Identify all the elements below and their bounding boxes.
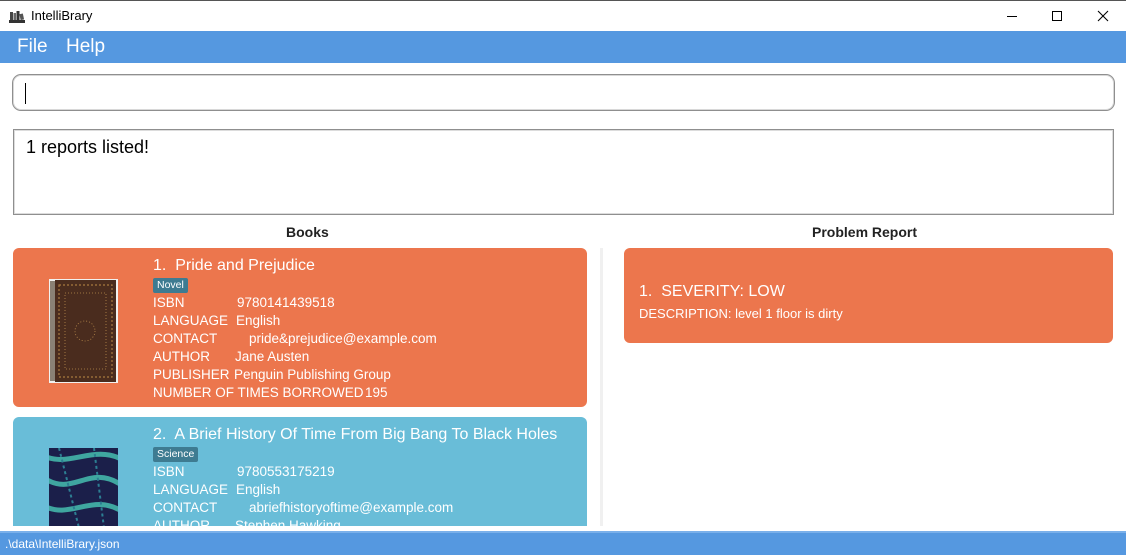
book-title: 2. A Brief History Of Time From Big Bang… xyxy=(153,426,558,443)
result-display[interactable]: 1 reports listed! xyxy=(13,129,1114,215)
menu-file[interactable]: File xyxy=(17,36,48,58)
books-icon xyxy=(9,9,25,23)
menu-bar: File Help xyxy=(0,31,1126,63)
book-author: AUTHOR Jane Austen xyxy=(153,349,310,364)
book-list[interactable]: 1. Pride and Prejudice Novel ISBN 9780141… xyxy=(12,248,603,526)
command-input[interactable] xyxy=(12,74,1115,111)
close-button[interactable] xyxy=(1080,1,1126,31)
book-contact: CONTACT abriefhistoryoftime@example.com xyxy=(153,500,454,515)
window-title: IntelliBrary xyxy=(31,8,93,23)
book-publisher: PUBLISHER Penguin Publishing Group xyxy=(153,367,391,382)
book-language: LANGUAGE English xyxy=(153,482,281,497)
book-isbn: ISBN 9780553175219 xyxy=(153,464,335,479)
report-description: DESCRIPTION: level 1 floor is dirty xyxy=(639,306,843,321)
close-icon xyxy=(1097,10,1109,22)
minimize-button[interactable] xyxy=(989,1,1035,31)
title-bar: IntelliBrary xyxy=(0,0,1126,31)
data-file-path: .\data\IntelliBrary.json xyxy=(5,537,120,551)
book-language: LANGUAGE English xyxy=(153,313,281,328)
result-message: 1 reports listed! xyxy=(26,137,150,157)
report-severity: 1. SEVERITY: LOW xyxy=(639,283,785,300)
book-cover-image xyxy=(42,447,125,526)
book-tag: Science xyxy=(153,447,199,462)
book-card[interactable]: 2. A Brief History Of Time From Big Bang… xyxy=(13,417,587,526)
book-title: 1. Pride and Prejudice xyxy=(153,257,315,274)
book-borrowed: NUMBER OF TIMES BORROWED 195 xyxy=(153,385,388,400)
text-caret xyxy=(25,83,26,104)
book-list-scrollbar[interactable] xyxy=(600,248,603,526)
report-card[interactable]: 1. SEVERITY: LOW DESCRIPTION: level 1 fl… xyxy=(624,248,1113,343)
book-tag: Novel xyxy=(153,278,188,293)
maximize-icon xyxy=(1052,11,1062,21)
book-author: AUTHOR Stephen Hawking xyxy=(153,518,341,526)
report-panel-title: Problem Report xyxy=(812,224,918,240)
minimize-icon xyxy=(1007,16,1017,17)
status-bar: .\data\IntelliBrary.json xyxy=(0,531,1126,555)
maximize-button[interactable] xyxy=(1034,1,1080,31)
book-card[interactable]: 1. Pride and Prejudice Novel ISBN 9780141… xyxy=(13,248,587,407)
book-isbn: ISBN 9780141439518 xyxy=(153,295,335,310)
book-cover-image xyxy=(49,279,118,383)
books-panel-title: Books xyxy=(286,224,329,240)
book-contact: CONTACT pride&prejudice@example.com xyxy=(153,331,437,346)
menu-help[interactable]: Help xyxy=(66,36,105,58)
